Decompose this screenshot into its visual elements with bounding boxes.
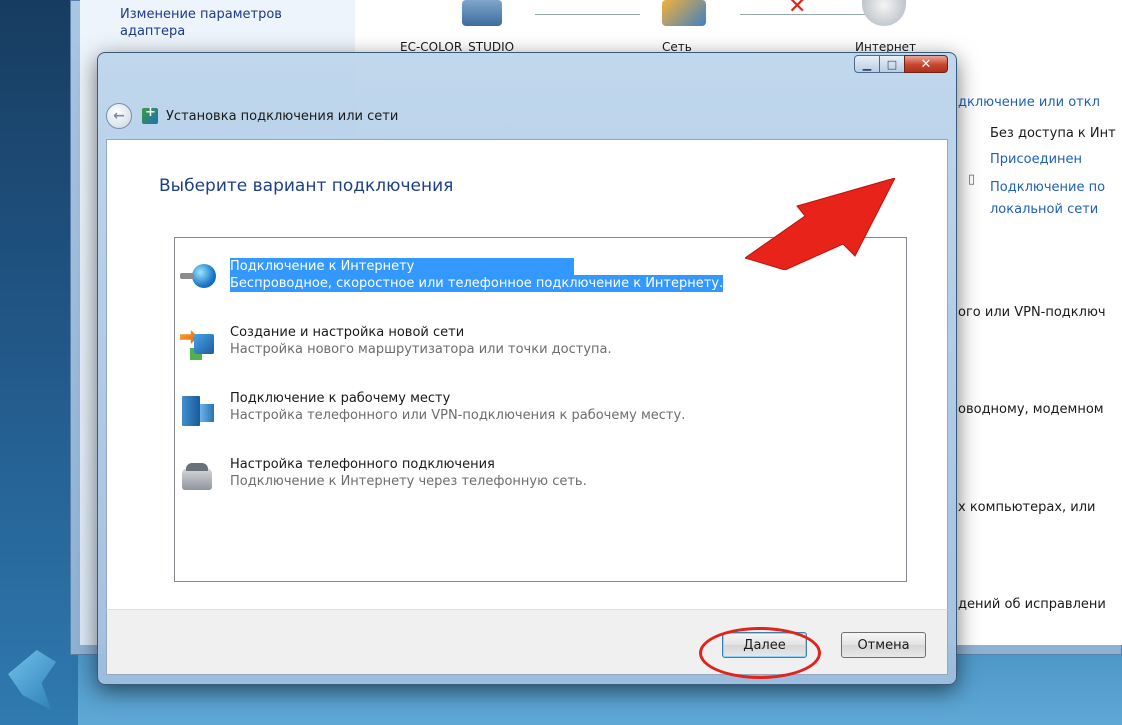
wizard-nav-bar: ← Установка подключения или сети — [106, 93, 948, 139]
globe-icon — [180, 262, 216, 296]
cancel-button[interactable]: Отмена — [841, 632, 926, 658]
maximize-button[interactable]: □ — [879, 55, 905, 73]
network-link-line — [535, 14, 640, 15]
computer-icon — [462, 0, 502, 26]
page-heading: Выберите вариант подключения — [159, 176, 454, 196]
dialup-phone-icon — [180, 460, 216, 494]
option-title: Подключение к Интернету — [230, 258, 575, 275]
lan-connection-link-line2: локальной сети — [990, 202, 1099, 217]
option-title: Создание и настройка новой сети — [230, 325, 465, 340]
disconnected-x-icon: ✕ — [788, 0, 807, 19]
network-icon — [662, 0, 706, 26]
option-new-network[interactable]: Создание и настройка новой сети Настройк… — [180, 324, 900, 370]
network-setup-icon — [142, 105, 158, 124]
wizard-title: Установка подключения или сети — [166, 108, 399, 124]
option-description: Подключение к Интернету через телефонную… — [230, 474, 587, 489]
option-title: Подключение к рабочему месту — [230, 391, 451, 406]
lan-connection-link-line1: Подключение по — [990, 180, 1106, 195]
workplace-icon — [180, 394, 216, 428]
wired-setup-text: оводному, модемном — [958, 402, 1104, 417]
minimize-button[interactable]: ▁ — [854, 55, 880, 73]
option-description: Настройка нового маршрутизатора или точк… — [230, 342, 612, 357]
new-network-icon — [180, 328, 216, 362]
homegroup-status-link[interactable]: Присоединен — [990, 152, 1082, 167]
option-title: Настройка телефонного подключения — [230, 457, 495, 472]
back-button[interactable]: ← — [106, 103, 132, 129]
option-workplace[interactable]: Подключение к рабочему месту Настройка т… — [180, 390, 900, 436]
lan-connection-icon: ▯ — [968, 172, 976, 187]
option-description: Настройка телефонного или VPN-подключени… — [230, 408, 686, 423]
title-bar-buttons: ▁ □ ✕ — [854, 55, 948, 73]
red-arrow-annotation — [745, 178, 895, 270]
option-dialup[interactable]: Настройка телефонного подключения Подклю… — [180, 456, 900, 502]
connect-or-disconnect-link[interactable]: дключение или откл — [958, 95, 1100, 110]
computers-text: х компьютерах, или — [958, 500, 1096, 515]
vpn-setup-text: ого или VPN-подключ — [958, 305, 1106, 320]
access-status: Без доступа к Инт — [990, 126, 1116, 141]
close-button[interactable]: ✕ — [904, 55, 948, 73]
desktop-background — [0, 0, 78, 725]
lan-connection-link[interactable]: Подключение по локальной сети — [990, 177, 1105, 221]
highlight-circle-annotation — [699, 627, 821, 679]
wizard-footer: Далее Отмена — [106, 609, 948, 675]
connection-options-list[interactable]: Подключение к Интернету Беспроводное, ск… — [174, 237, 907, 582]
option-description: Беспроводное, скоростное или телефонное … — [230, 275, 724, 292]
adapter-settings-link[interactable]: Изменение параметров адаптера — [120, 6, 340, 40]
connection-wizard-dialog: ▁ □ ✕ ← Установка подключения или сети В… — [97, 52, 957, 685]
troubleshoot-text: дений об исправлени — [958, 597, 1106, 612]
